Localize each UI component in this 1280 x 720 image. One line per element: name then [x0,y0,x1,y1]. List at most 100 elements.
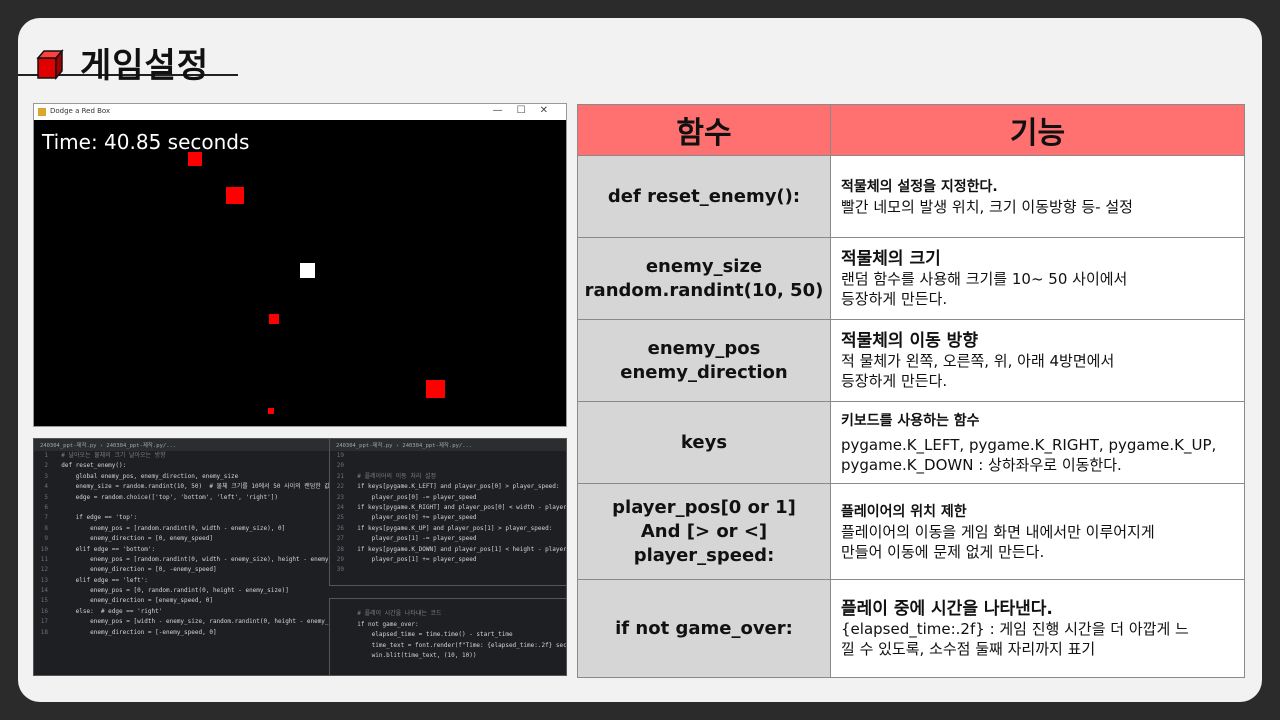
code-text: enemy_pos = [0, random.randint(0, height… [54,587,289,595]
function-name: player_speed: [633,544,775,566]
window-titlebar: Dodge a Red Box —☐✕ [34,104,566,120]
code-breadcrumb: 240304_ppt-제작.py › 240304_ppt-제작.py/... [330,439,566,451]
line-number: 1 [44,452,48,459]
line-number: 17 [40,618,48,626]
line-number: 26 [336,524,344,532]
code-line: 29 player_pos[1] += player_speed [330,555,566,565]
line-number: 27 [336,535,344,543]
code-text: global enemy_pos, enemy_direction, enemy… [54,472,239,480]
line-number: 2 [44,462,48,470]
line-number: 9 [44,535,48,543]
table-row: enemy_pos enemy_direction 적물체의 이동 방향 적 물체가 … [577,319,1245,402]
minimize-button[interactable]: — [493,105,517,116]
enemy-box [268,408,274,414]
code-line: 26 if keys[pygame.K_UP] and player_pos[1… [330,524,566,534]
code-text: if not game_over: [350,620,419,628]
code-text: time_text = font.render(f"Time: {elapsed… [371,641,567,649]
code-line: 20 [330,461,566,471]
code-text: enemy_direction = [0, -enemy_speed] [54,566,217,574]
feature-cell: 플레이 중에 시간을 나타낸다. {elapsed_time:.2f} : 게임 … [830,579,1245,678]
feature-heading: 적물체의 이동 방향 [841,330,978,351]
enemy-box [426,380,445,398]
line-number: 10 [40,545,48,553]
code-text: elif edge == 'left': [54,576,148,584]
feature-description: pygame.K_DOWN : 상하좌우로 이동한다. [841,455,1122,474]
code-text: player_pos[1] += player_speed [350,555,477,563]
function-name: def reset_enemy(): [607,185,801,207]
code-line: time_text = font.render(f"Time: {elapsed… [330,641,566,651]
line-number: 20 [336,462,344,470]
app-icon [38,108,46,116]
table-row: keys 키보드를 사용하는 함수 pygame.K_LEFT, pygame.K_… [577,401,1245,484]
function-cell: enemy_pos enemy_direction [577,319,831,402]
feature-description: 낄 수 있도록, 소수점 둘째 자리까지 표기 [841,639,1096,658]
red-cube-icon [36,48,64,80]
player-box [300,263,315,278]
table-row: def reset_enemy(): 적물체의 설정을 지정한다. 빨간 네모의 발… [577,155,1245,238]
function-name: player_pos[0 or 1] [612,496,796,518]
line-number: 5 [44,493,48,501]
code-line: 30 [330,565,566,575]
table-row: enemy_size random.randint(10, 50) 적물체의 크기 랜… [577,237,1245,320]
code-line: 21 # 플레이어의 이동 처리 설정 [330,472,566,482]
code-line: elapsed_time = time.time() - start_time [330,630,566,640]
code-text: elif edge == 'bottom': [54,545,156,553]
function-table: 함수 기능 def reset_enemy(): 적물체의 설정을 지정한다. 빨간… [577,104,1245,678]
code-text: else: # edge == 'right' [54,607,163,615]
line-number: 7 [44,514,48,522]
window-title: Dodge a Red Box [50,107,111,115]
code-line: if not game_over: [330,620,566,630]
code-text: if keys[pygame.K_LEFT] and player_pos[0]… [350,483,560,491]
function-name: And [> or <] [640,520,768,542]
code-text: win.blit(time_text, (10, 10)) [350,651,477,659]
table-row: if not game_over: 플레이 중에 시간을 나타낸다. {elapse… [577,579,1245,678]
line-number: 12 [40,566,48,574]
code-text: player_pos[0] -= player_speed [350,493,477,501]
code-text: # 날아오는 물체의 크기 날아오는 방향 [54,452,166,459]
feature-cell: 적물체의 설정을 지정한다. 빨간 네모의 발생 위치, 크기 이동방향 등- 설… [830,155,1245,238]
code-lines: 19 20 21 # 플레이어의 이동 처리 설정 22 if keys[pygame… [330,451,566,576]
game-window: Dodge a Red Box —☐✕ Time: 40.85 seconds [33,103,567,427]
line-number: 11 [40,555,48,563]
feature-cell: 적물체의 이동 방향 적 물체가 왼쪽, 오른쪽, 위, 아래 4방면에서 등장하게… [830,319,1245,402]
code-line: 24 if keys[pygame.K_RIGHT] and player_po… [330,503,566,513]
feature-cell: 키보드를 사용하는 함수 pygame.K_LEFT, pygame.K_RIGH… [830,401,1245,484]
code-text: player_pos[1] -= player_speed [350,535,477,543]
line-number: 18 [40,628,48,636]
code-text: enemy_pos = [random.randint(0, width - e… [54,524,286,532]
code-text: enemy_direction = [enemy_speed, 0] [54,597,213,605]
slide: 게임설정 Dodge a Red Box —☐✕ Time: 40.85 sec… [18,18,1262,702]
feature-description: 만들어 이동에 문제 없게 만든다. [841,542,1045,561]
code-line: win.blit(time_text, (10, 10)) [330,651,566,661]
line-number: 15 [40,597,48,605]
feature-description: 플레이어의 이동을 게임 화면 내에서만 이루어지게 [841,522,1155,541]
window-controls: —☐✕ [493,105,562,116]
line-number: 24 [336,503,344,511]
feature-description: 적 물체가 왼쪽, 오른쪽, 위, 아래 4방면에서 [841,351,1115,370]
line-number: 23 [336,493,344,501]
feature-heading: 플레이어의 위치 제한 [841,503,967,520]
code-text: enemy_direction = [0, enemy_speed] [54,535,213,543]
function-name: keys [680,431,728,453]
page-title: 게임설정 [80,46,210,86]
enemy-box [188,152,202,166]
code-text: if edge == 'top': [54,514,138,522]
code-line: 28 if keys[pygame.K_DOWN] and player_pos… [330,545,566,555]
line-number: 19 [336,452,344,459]
line-number: 29 [336,555,344,563]
function-cell: keys [577,401,831,484]
feature-heading: 플레이 중에 시간을 나타낸다. [841,598,1053,619]
feature-description: 등장하게 만든다. [841,371,948,390]
maximize-button[interactable]: ☐ [517,105,540,116]
code-line: 22 if keys[pygame.K_LEFT] and player_pos… [330,482,566,492]
code-text: if keys[pygame.K_UP] and player_pos[1] >… [350,524,553,532]
feature-description: 랜덤 함수를 사용해 크기를 10~ 50 사이에서 [841,269,1128,288]
code-text: enemy_size = random.randint(10, 50) # 물체… [54,483,356,491]
function-cell: player_pos[0 or 1] And [> or <] player_spe… [577,483,831,580]
function-name: enemy_pos [647,337,761,359]
time-readout: Time: 40.85 seconds [42,130,250,154]
line-number: 22 [336,483,344,491]
code-line: 19 [330,451,566,461]
code-lines: # 플레이 시간을 나타내는 코드 if not game_over: elap… [330,599,566,661]
close-button[interactable]: ✕ [540,105,562,116]
